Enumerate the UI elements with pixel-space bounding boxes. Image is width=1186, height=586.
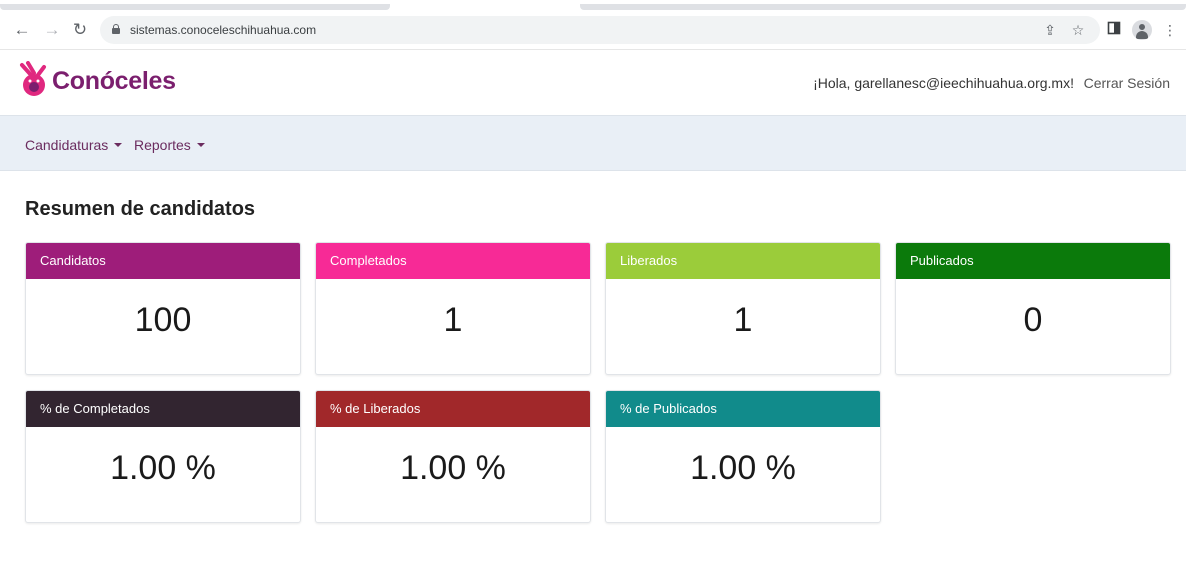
stat-card-pct-publicados: % de Publicados 1.00 % (605, 390, 881, 523)
page-title: Resumen de candidatos (25, 198, 256, 220)
profile-icon[interactable] (1132, 20, 1152, 40)
stat-card-header: % de Liberados (316, 391, 590, 427)
address-bar[interactable]: sistemas.conoceleschihuahua.com ⇪ ☆ (100, 16, 1100, 44)
stat-card-header: % de Publicados (606, 391, 880, 427)
caret-down-icon (114, 143, 123, 147)
kebab-menu-icon[interactable]: ⋮ (1160, 20, 1180, 40)
forward-arrow-icon[interactable]: → (42, 20, 62, 40)
logo-mark-icon (20, 61, 46, 96)
browser-toolbar: ← → ↻ sistemas.conoceleschihuahua.com ⇪ … (0, 10, 1186, 50)
stat-card-header: Liberados (606, 243, 880, 279)
stat-card-liberados: Liberados 1 (605, 242, 881, 375)
tab-strip (0, 0, 1186, 10)
stat-card-value: 0 (1023, 301, 1043, 339)
stat-card-completados: Completados 1 (315, 242, 591, 375)
nav-reportes-dropdown[interactable]: Reportes (134, 137, 205, 153)
nav-candidaturas-dropdown[interactable]: Candidaturas (25, 137, 123, 153)
nav-item-label: Candidaturas (25, 137, 109, 153)
side-panel-icon[interactable] (1104, 20, 1124, 40)
back-arrow-icon[interactable]: ← (12, 20, 32, 40)
lock-icon[interactable] (112, 24, 120, 34)
user-greeting: ¡Hola, garellanesc@ieechihuahua.org.mx! (813, 75, 1074, 91)
nav-item-label: Reportes (134, 137, 191, 153)
reload-icon[interactable]: ↻ (70, 20, 90, 40)
stat-card-header: Candidatos (26, 243, 300, 279)
brand-name: Conóceles (52, 66, 176, 95)
stat-card-value: 1 (733, 301, 753, 339)
share-icon[interactable]: ⇪ (1040, 20, 1060, 40)
stat-card-pct-completados: % de Completados 1.00 % (25, 390, 301, 523)
stat-card-value: 100 (134, 301, 192, 339)
caret-down-icon (196, 143, 205, 147)
stat-card-value: 1 (443, 301, 463, 339)
stat-card-candidatos: Candidatos 100 (25, 242, 301, 375)
url-text[interactable]: sistemas.conoceleschihuahua.com (130, 23, 316, 37)
stat-card-header: Completados (316, 243, 590, 279)
stat-card-header: Publicados (896, 243, 1170, 279)
star-icon[interactable]: ☆ (1068, 20, 1088, 40)
stat-card-pct-liberados: % de Liberados 1.00 % (315, 390, 591, 523)
logo[interactable]: Conóceles (18, 61, 176, 101)
stat-card-value: 1.00 % (400, 449, 506, 487)
app-header: Conóceles ¡Hola, garellanesc@ieechihuahu… (0, 51, 1186, 115)
stat-card-value: 1.00 % (690, 449, 796, 487)
stat-card-value: 1.00 % (110, 449, 216, 487)
stat-card-publicados: Publicados 0 (895, 242, 1171, 375)
logout-link[interactable]: Cerrar Sesión (1084, 75, 1170, 91)
stat-card-header: % de Completados (26, 391, 300, 427)
main-navbar: Candidaturas Reportes (0, 115, 1186, 171)
